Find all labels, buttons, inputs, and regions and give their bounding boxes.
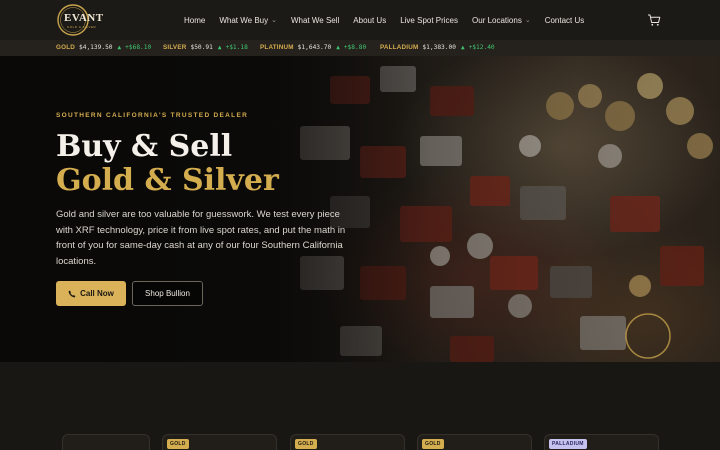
ticker-change: +$12.40 <box>468 44 495 51</box>
ticker-silver: SILVER $50.91 ▲ +$1.18 <box>163 44 248 51</box>
nav-contact-us-label: Contact Us <box>544 15 585 25</box>
metal-badge: GOLD <box>167 439 189 449</box>
ticker-metal: SILVER <box>163 44 187 51</box>
call-now-button[interactable]: Call Now <box>56 281 126 306</box>
shop-bullion-label: Shop Bullion <box>145 289 190 298</box>
products-section: GOLD GOLD GOLD PALLADIUM <box>0 362 720 450</box>
hero-section: SOUTHERN CALIFORNIA'S TRUSTED DEALER Buy… <box>0 56 720 362</box>
spot-price-ticker: GOLD $4,139.50 ▲ +$68.10 SILVER $50.91 ▲… <box>0 40 720 56</box>
ticker-gold: GOLD $4,139.50 ▲ +$68.10 <box>56 44 151 51</box>
call-now-label: Call Now <box>80 289 114 298</box>
nav-what-we-buy-label: What We Buy <box>219 15 269 25</box>
hero-eyebrow: SOUTHERN CALIFORNIA'S TRUSTED DEALER <box>56 112 249 119</box>
brand-watermark-logo <box>625 313 671 359</box>
product-card[interactable]: PALLADIUM <box>544 434 659 450</box>
cart-icon[interactable] <box>647 13 661 27</box>
product-card[interactable] <box>62 434 150 450</box>
ticker-platinum: PLATINUM $1,643.70 ▲ +$8.80 <box>260 44 366 51</box>
chevron-down-icon: ⌄ <box>271 17 277 24</box>
ticker-change: +$68.10 <box>125 44 152 51</box>
product-card[interactable]: GOLD <box>290 434 405 450</box>
ticker-metal: PLATINUM <box>260 44 294 51</box>
hero-title-line1: Buy & Sell <box>56 129 233 164</box>
chevron-down-icon: ⌄ <box>524 17 531 24</box>
up-arrow-icon: ▲ <box>217 44 222 51</box>
metal-badge: PALLADIUM <box>549 439 587 449</box>
nav-live-spot-prices-label: Live Spot Prices <box>400 15 459 25</box>
brand-name: EVANT <box>64 12 104 24</box>
ticker-price: $1,643.70 <box>297 44 332 51</box>
ticker-price: $4,139.50 <box>79 44 113 51</box>
phone-icon <box>68 290 76 297</box>
nav-our-locations-label: Our Locations <box>472 15 522 25</box>
nav-what-we-buy[interactable]: What We Buy ⌄ <box>219 16 277 25</box>
metal-badge: GOLD <box>295 439 317 449</box>
ticker-change: +$1.18 <box>225 44 248 51</box>
ticker-price: $50.91 <box>190 44 213 51</box>
nav-about-us[interactable]: About Us <box>353 16 386 25</box>
product-card[interactable]: GOLD <box>162 434 277 450</box>
nav-home-label: Home <box>184 15 206 25</box>
ticker-price: $1,383.00 <box>422 44 456 51</box>
nav-what-we-sell[interactable]: What We Sell <box>291 16 339 25</box>
ticker-metal: PALLADIUM <box>380 44 419 51</box>
up-arrow-icon: ▲ <box>117 44 122 51</box>
ticker-change: +$8.80 <box>343 44 367 51</box>
main-menu: Home What We Buy ⌄ What We Sell About Us … <box>184 0 598 40</box>
ticker-metal: GOLD <box>56 44 75 51</box>
hero-lead: Gold and silver are too valuable for gue… <box>56 209 346 267</box>
ticker-palladium: PALLADIUM $1,383.00 ▲ +$12.40 <box>380 44 495 51</box>
nav-what-we-sell-label: What We Sell <box>290 15 340 25</box>
brand-tagline: GOLD & SILVER <box>67 25 97 29</box>
nav-about-us-label: About Us <box>353 15 387 25</box>
nav-live-spot-prices[interactable]: Live Spot Prices <box>400 16 458 25</box>
hero-title-line2: Gold & Silver <box>56 163 279 198</box>
nav-our-locations[interactable]: Our Locations ⌄ <box>472 16 531 25</box>
up-arrow-icon: ▲ <box>460 44 465 51</box>
up-arrow-icon: ▲ <box>336 44 340 51</box>
product-card[interactable]: GOLD <box>417 434 532 450</box>
nav-home[interactable]: Home <box>184 16 205 25</box>
metal-badge: GOLD <box>422 439 444 449</box>
top-nav: EVANT GOLD & SILVER Home What We Buy ⌄ Wh… <box>0 0 720 40</box>
shop-bullion-button[interactable]: Shop Bullion <box>132 281 203 306</box>
nav-contact-us[interactable]: Contact Us <box>545 16 585 25</box>
